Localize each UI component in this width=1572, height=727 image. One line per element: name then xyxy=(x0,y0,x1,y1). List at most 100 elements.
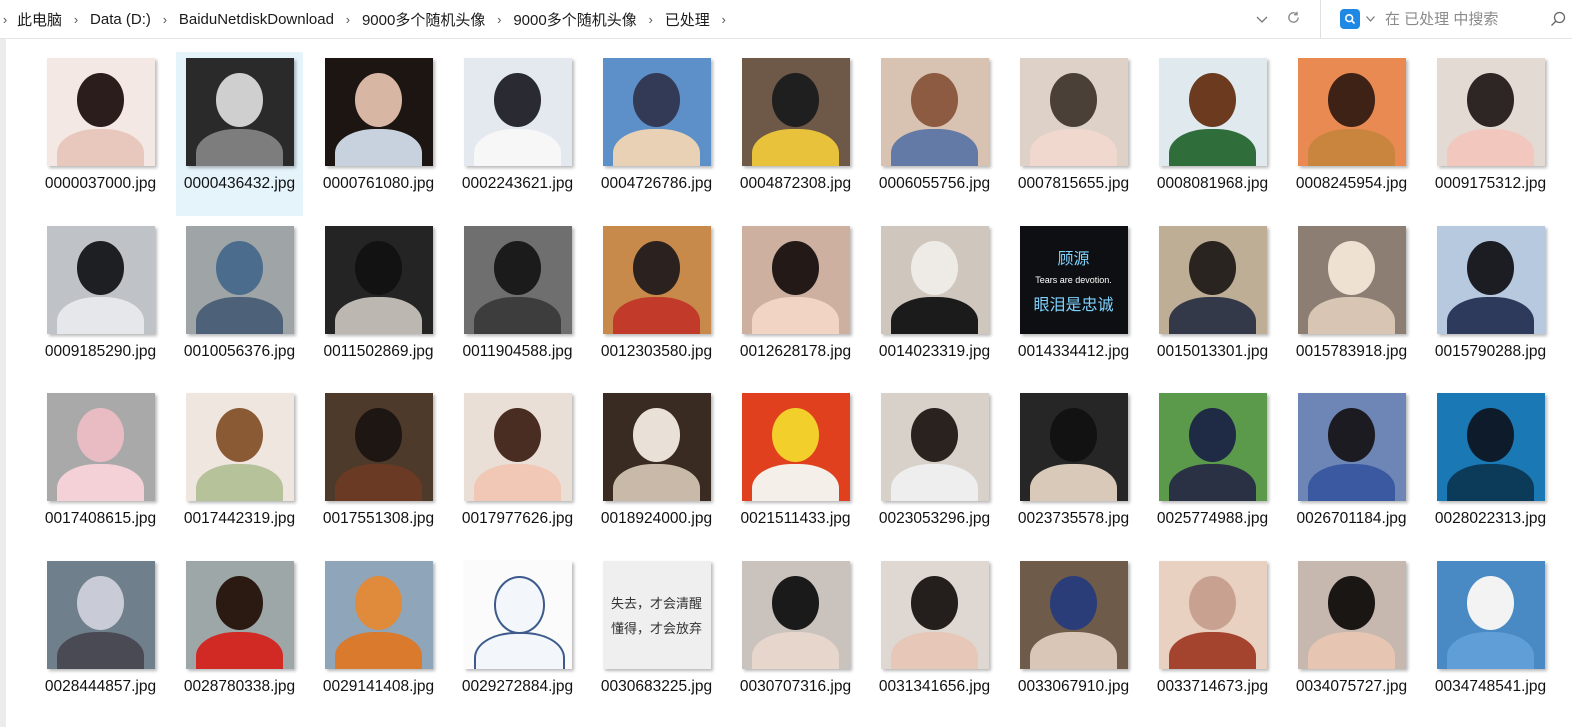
search-input[interactable] xyxy=(1383,9,1537,29)
search-box[interactable] xyxy=(1330,4,1572,34)
thumbnail-figure-head xyxy=(771,408,820,463)
thumbnail-figure-head xyxy=(1188,73,1237,128)
thumbnail-figure-body xyxy=(196,631,283,669)
file-item[interactable]: 0011502869.jpg xyxy=(315,220,442,384)
file-item[interactable]: 0006055756.jpg xyxy=(871,52,998,216)
file-thumbnail xyxy=(46,58,155,166)
file-item[interactable]: 0021511433.jpg xyxy=(732,387,859,551)
file-item[interactable]: 0012303580.jpg xyxy=(593,220,720,384)
thumbnail-figure-head xyxy=(215,408,264,463)
refresh-icon[interactable] xyxy=(1286,10,1301,28)
file-item[interactable]: 0011904588.jpg xyxy=(454,220,581,384)
file-item[interactable]: 0015013301.jpg xyxy=(1149,220,1276,384)
file-item[interactable]: 0000436432.jpg xyxy=(176,52,303,216)
file-item[interactable]: 0028444857.jpg xyxy=(37,555,164,719)
thumbnail-figure-body xyxy=(752,464,839,501)
thumbnail-figure-body xyxy=(891,296,978,334)
file-name: 0011502869.jpg xyxy=(323,342,434,360)
file-item[interactable]: 0017408615.jpg xyxy=(37,387,164,551)
breadcrumb-avatars-1[interactable]: 9000多个随机头像 xyxy=(358,7,489,32)
breadcrumb-avatars-2[interactable]: 9000多个随机头像 xyxy=(509,7,640,32)
file-item[interactable]: 0029272884.jpg xyxy=(454,555,581,719)
search-icon[interactable] xyxy=(1550,11,1566,32)
file-item[interactable]: 0029141408.jpg xyxy=(315,555,442,719)
thumbnail-figure-body xyxy=(196,129,283,166)
file-item[interactable]: 失去，才会清醒 懂得，才会放弃 0030683225.jpg xyxy=(593,555,720,719)
file-thumbnail xyxy=(1158,58,1267,166)
file-item[interactable]: 0026701184.jpg xyxy=(1288,387,1415,551)
thumbnail-figure-body xyxy=(752,129,839,166)
file-name: 0033067910.jpg xyxy=(1017,677,1130,695)
file-name: 0017551308.jpg xyxy=(322,510,435,527)
file-item[interactable]: 0028780338.jpg xyxy=(176,555,303,719)
file-item[interactable]: 0025774988.jpg xyxy=(1149,387,1276,551)
file-item[interactable]: 0034748541.jpg xyxy=(1427,555,1554,719)
file-item[interactable]: 顾源 Tears are devotion. 眼泪是忠诚 0014334412.jpg xyxy=(1010,220,1137,384)
file-name: 0008245954.jpg xyxy=(1295,175,1408,192)
chevron-right-icon[interactable]: › xyxy=(647,12,655,27)
thumbnail-figure-body xyxy=(57,631,144,669)
file-item[interactable]: 0034075727.jpg xyxy=(1288,555,1415,719)
file-item[interactable]: 0000761080.jpg xyxy=(315,52,442,216)
file-item[interactable]: 0018924000.jpg xyxy=(593,387,720,551)
file-item[interactable]: 0007815655.jpg xyxy=(1010,52,1137,216)
file-thumbnail xyxy=(46,393,155,501)
file-item[interactable]: 0002243621.jpg xyxy=(454,52,581,216)
file-item[interactable]: 0028022313.jpg xyxy=(1427,387,1554,551)
file-item[interactable]: 0009175312.jpg xyxy=(1427,52,1554,216)
file-thumbnail: 顾源 Tears are devotion. 眼泪是忠诚 xyxy=(1019,225,1128,334)
breadcrumb-processed[interactable]: 已处理 xyxy=(661,7,714,32)
file-item[interactable]: 0031341656.jpg xyxy=(871,555,998,719)
thumbnail-figure-head xyxy=(76,575,125,630)
file-item[interactable]: 0023735578.jpg xyxy=(1010,387,1137,551)
file-thumbnail xyxy=(602,393,711,501)
file-item[interactable]: 0023053296.jpg xyxy=(871,387,998,551)
file-item[interactable]: 0017977626.jpg xyxy=(454,387,581,551)
thumbnail-figure-head xyxy=(910,408,959,463)
chevron-right-icon[interactable]: › xyxy=(161,12,169,27)
file-thumbnail xyxy=(185,560,294,669)
file-thumbnail xyxy=(1297,225,1406,334)
file-item[interactable]: 0017442319.jpg xyxy=(176,387,303,551)
file-item[interactable]: 0030707316.jpg xyxy=(732,555,859,719)
file-item[interactable]: 0015790288.jpg xyxy=(1427,220,1554,384)
file-name: 0028022313.jpg xyxy=(1434,510,1547,527)
file-item[interactable]: 0009185290.jpg xyxy=(37,220,164,384)
file-item[interactable]: 0012628178.jpg xyxy=(732,220,859,384)
thumbnail-figure-head xyxy=(632,408,681,463)
file-name: 0021511433.jpg xyxy=(740,510,851,527)
file-item[interactable]: 0008245954.jpg xyxy=(1288,52,1415,216)
file-item[interactable]: 0004872308.jpg xyxy=(732,52,859,216)
file-item[interactable]: 0000037000.jpg xyxy=(37,52,164,216)
file-item[interactable]: 0004726786.jpg xyxy=(593,52,720,216)
chevron-right-icon[interactable]: › xyxy=(344,12,352,27)
file-name: 0009175312.jpg xyxy=(1434,175,1547,192)
file-item[interactable]: 0008081968.jpg xyxy=(1149,52,1276,216)
thumbnail-figure-body xyxy=(891,129,978,166)
thumbnail-text: 顾源 Tears are devotion. 眼泪是忠诚 xyxy=(1020,226,1128,334)
breadcrumb-baidunetdisk[interactable]: BaiduNetdiskDownload xyxy=(175,9,338,30)
file-item[interactable]: 0017551308.jpg xyxy=(315,387,442,551)
file-item[interactable]: 0033714673.jpg xyxy=(1149,555,1276,719)
search-provider-icon[interactable] xyxy=(1340,9,1360,29)
history-dropdown-icon[interactable] xyxy=(1256,12,1268,27)
breadcrumb-data-drive[interactable]: Data (D:) xyxy=(86,9,155,30)
thumbnail-figure-body xyxy=(474,296,561,334)
thumbnail-figure-head xyxy=(1049,73,1098,128)
thumbnail-figure-body xyxy=(335,631,422,669)
navigation-pane-edge[interactable] xyxy=(0,39,6,727)
file-item[interactable]: 0015783918.jpg xyxy=(1288,220,1415,384)
file-name: 0012628178.jpg xyxy=(739,342,852,360)
file-item[interactable]: 0014023319.jpg xyxy=(871,220,998,384)
chevron-down-icon[interactable] xyxy=(1366,13,1375,25)
file-item[interactable]: 0033067910.jpg xyxy=(1010,555,1137,719)
file-item[interactable]: 0010056376.jpg xyxy=(176,220,303,384)
file-name: 0031341656.jpg xyxy=(878,677,991,695)
chevron-right-icon[interactable]: › xyxy=(720,12,728,27)
breadcrumb-this-pc[interactable]: 此电脑 xyxy=(13,7,66,32)
chevron-right-icon[interactable]: › xyxy=(495,12,503,27)
chevron-right-icon[interactable]: › xyxy=(1,12,9,27)
thumbnail-figure-body xyxy=(474,631,565,669)
thumbnail-figure-head xyxy=(632,240,681,295)
chevron-right-icon[interactable]: › xyxy=(72,12,80,27)
